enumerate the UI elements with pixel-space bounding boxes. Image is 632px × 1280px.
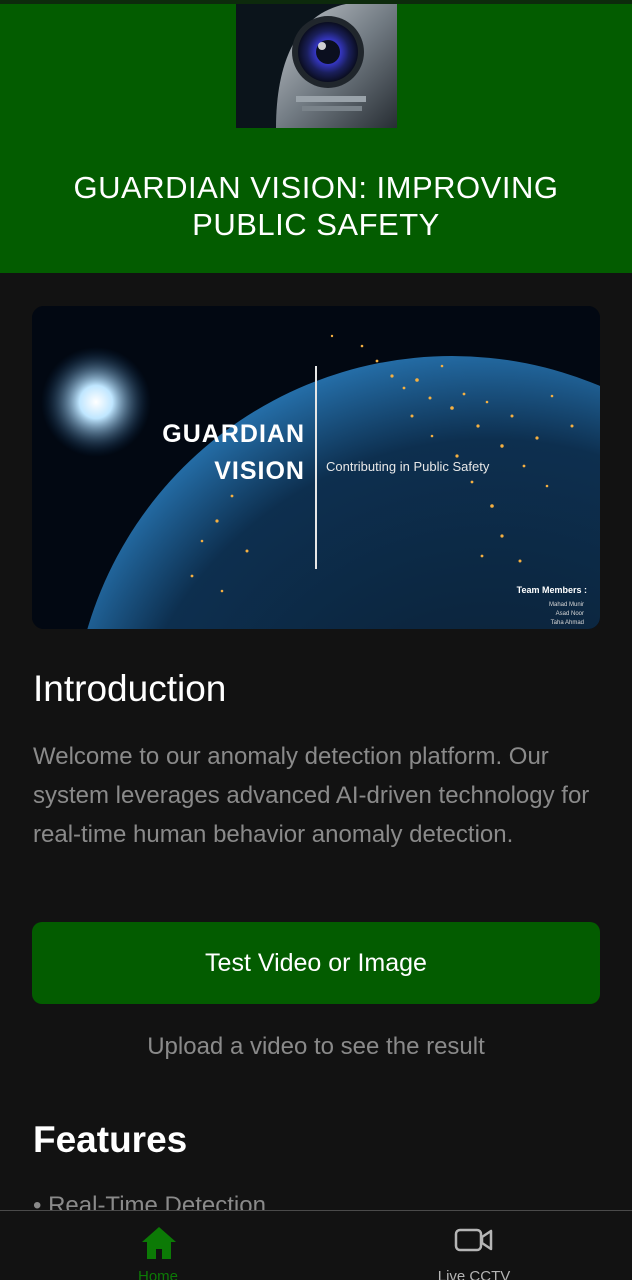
video-camera-icon: [454, 1228, 493, 1252]
team-members-title: Team Members :: [516, 585, 587, 595]
banner-brand-line1: GUARDIAN: [162, 420, 305, 448]
banner-brand-line2: VISION: [214, 457, 305, 485]
team-member: Taha Ahmad: [550, 620, 584, 626]
team-member: Mahad Munir: [548, 602, 584, 608]
banner-divider: [315, 366, 317, 569]
robot-eye-logo: [236, 4, 397, 128]
team-member: Asad Noor: [555, 611, 584, 617]
home-icon: [142, 1227, 176, 1259]
introduction-heading: Introduction: [33, 668, 227, 709]
test-video-or-image-button[interactable]: Test Video or Image: [32, 922, 600, 1004]
banner-tagline: Contributing in Public Safety: [326, 459, 490, 474]
nav-live-cctv-label: Live CCTV: [437, 1268, 511, 1280]
team-members-list: Mahad Munir Asad Noor Taha Ahmad: [549, 601, 584, 628]
nav-home[interactable]: Home: [0, 1211, 316, 1280]
hero-banner: GUARDIAN VISION Contributing in Public S…: [32, 306, 600, 629]
bottom-navigation: Home Live CCTV: [0, 1210, 632, 1280]
nav-home-label: Home: [137, 1268, 178, 1280]
nav-live-cctv[interactable]: Live CCTV: [316, 1211, 632, 1280]
upload-hint: Upload a video to see the result: [147, 1033, 485, 1060]
banner-brand: GUARDIAN VISION: [162, 416, 305, 490]
page-title: GUARDIAN VISION: IMPROVING PUBLIC SAFETY: [73, 170, 559, 242]
app-screen: GUARDIAN VISION: IMPROVING PUBLIC SAFETY: [0, 0, 632, 1280]
features-heading: Features: [33, 1119, 188, 1160]
app-header: GUARDIAN VISION: IMPROVING PUBLIC SAFETY: [0, 0, 632, 273]
introduction-text: Welcome to our anomaly detection platfor…: [33, 743, 590, 848]
